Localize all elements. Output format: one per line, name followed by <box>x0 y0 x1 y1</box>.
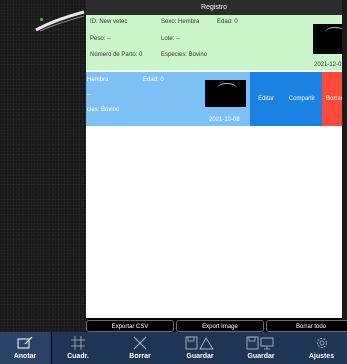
record-id: ID: New vetec <box>90 19 128 25</box>
delete-button[interactable]: Borrar <box>322 72 342 126</box>
record-card[interactable]: ID: New vetec Sexo: Hembra Edad: 0 Peso:… <box>86 15 342 70</box>
right-edge-strip <box>342 0 347 332</box>
ultrasound-arc-icon <box>217 83 237 94</box>
erase-label: Borrar <box>129 353 151 360</box>
status-dot <box>40 18 43 21</box>
probe-beam-icon <box>35 10 85 32</box>
settings-button[interactable]: Ajustes <box>296 332 347 364</box>
record-species: cies: Bovino <box>87 107 120 113</box>
ultrasound-arc-icon <box>325 27 342 38</box>
toolbar-divider <box>51 332 52 364</box>
erase-button[interactable]: Borrar <box>115 332 165 364</box>
grid-label: Cuadr. <box>67 353 89 360</box>
record-age: Edad: 0 <box>217 19 238 25</box>
ultrasound-image[interactable] <box>0 0 86 332</box>
record-sex: Sexo: Hembra <box>161 19 200 25</box>
save2-label: Guardar <box>247 353 275 360</box>
record-thumbnail[interactable] <box>205 80 246 107</box>
record-card-swiped[interactable]: Hembra Edad: 0 -- cies: Bovino 2021-12-0… <box>86 72 342 126</box>
annotate-label: Anotar <box>13 353 37 360</box>
save-monitor-icon <box>246 333 276 353</box>
grid-button[interactable]: Cuadr. <box>53 332 103 364</box>
delete-all-button[interactable]: Borrar todo <box>266 320 347 332</box>
edit-button[interactable]: Editar <box>250 72 282 126</box>
bottom-toolbar: Anotar Cuadr. Borrar Guardar Guardar Aju… <box>0 332 347 364</box>
annotate-icon <box>17 333 33 353</box>
registry-panel: Registro ID: New vetec Sexo: Hembra Edad… <box>86 0 342 318</box>
record-weight: Peso: -- <box>90 36 112 42</box>
record-date: 2021-12-08 <box>209 117 240 123</box>
record-date: 2021-12-0 <box>314 62 342 68</box>
record-card-body[interactable]: Hembra Edad: 0 -- cies: Bovino 2021-12-0… <box>86 72 250 126</box>
close-icon <box>133 333 147 353</box>
record-births: Número de Parto: 0 <box>90 52 143 58</box>
record-weight: -- <box>87 92 91 98</box>
record-lot: Lote: -- <box>161 36 181 42</box>
annotate-button[interactable]: Anotar <box>0 332 50 364</box>
save-shape-icon <box>185 333 215 353</box>
save-image-button[interactable]: Guardar <box>234 332 288 364</box>
share-button[interactable]: Compartir <box>282 72 322 126</box>
export-csv-button[interactable]: Exportar CSV <box>86 320 174 332</box>
gear-icon <box>315 333 329 353</box>
save-label: Guardar <box>186 353 214 360</box>
save-measure-button[interactable]: Guardar <box>174 332 226 364</box>
export-image-button[interactable]: Export Image <box>176 320 264 332</box>
grid-icon <box>70 333 86 353</box>
app-window: Registro ID: New vetec Sexo: Hembra Edad… <box>0 0 347 364</box>
record-species: Especies: Bovino <box>161 52 208 58</box>
panel-title: Registro <box>86 0 342 15</box>
record-age: Edad: 0 <box>143 77 164 83</box>
settings-label: Ajustes <box>308 353 335 360</box>
record-sex: Hembra <box>87 77 109 83</box>
export-bar: Exportar CSV Export Image Borrar todo <box>86 320 347 332</box>
record-thumbnail[interactable] <box>313 24 342 54</box>
